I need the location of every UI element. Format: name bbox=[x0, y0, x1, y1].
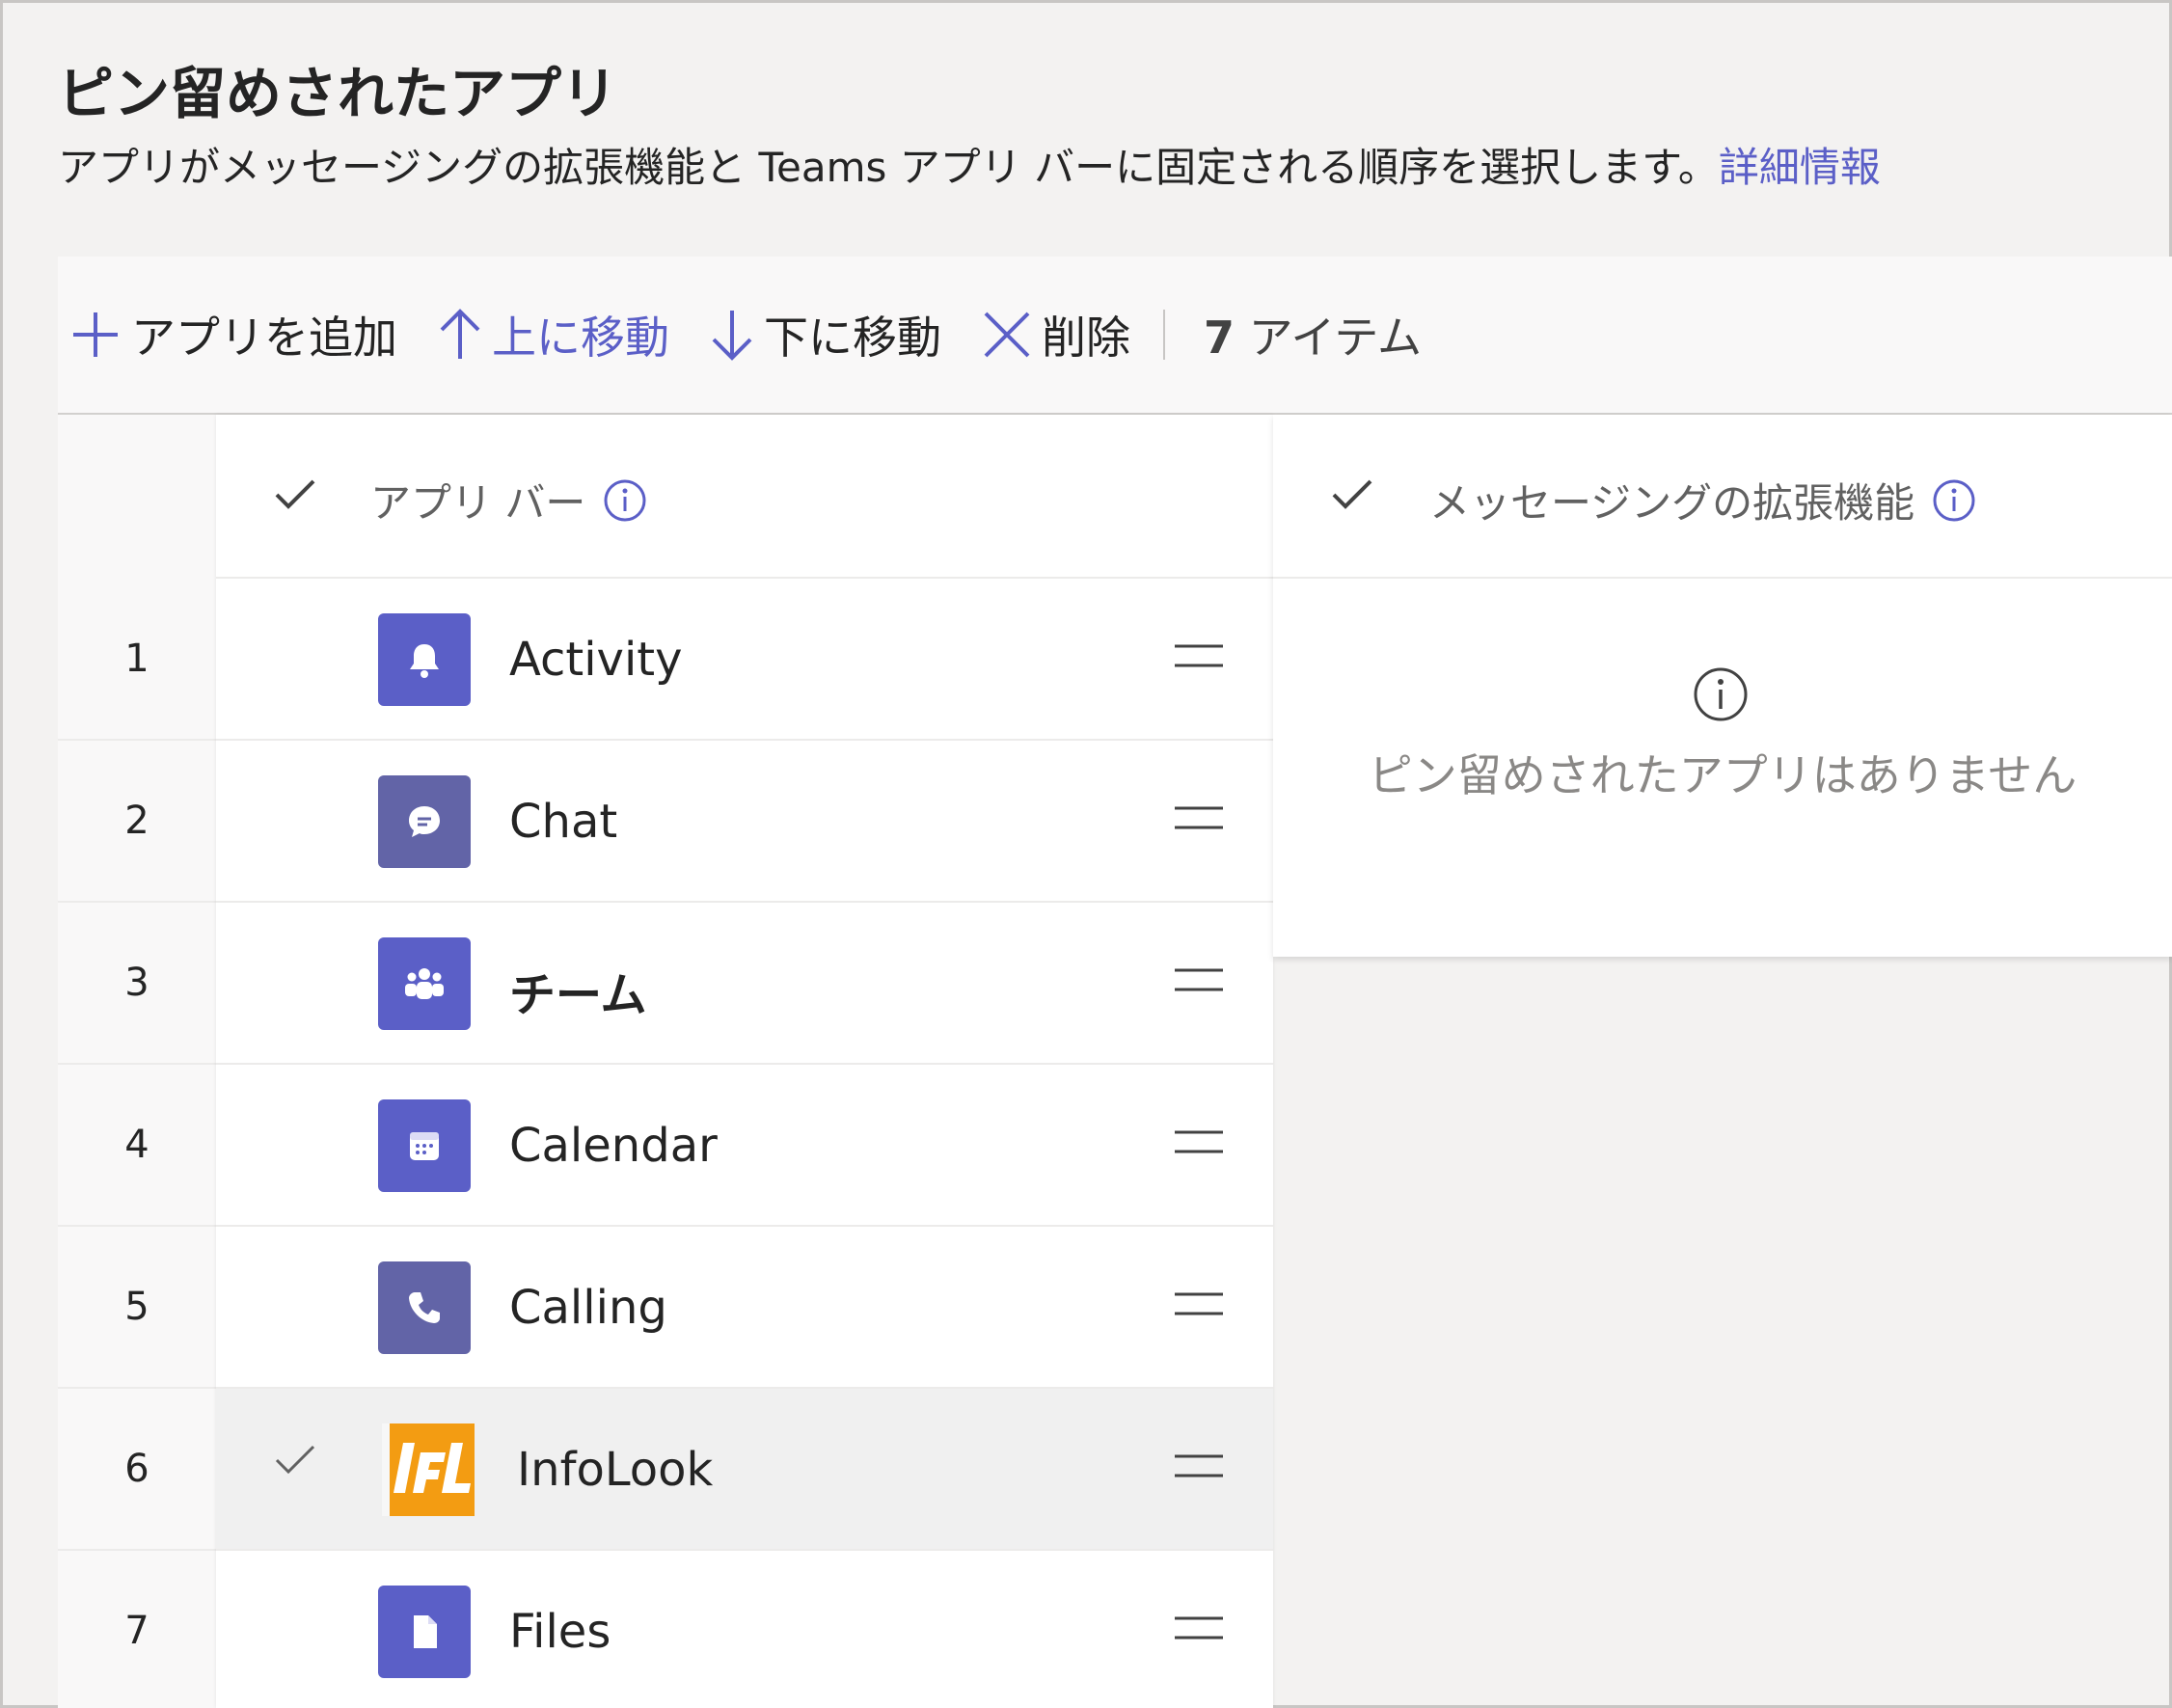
arrow-up-icon bbox=[440, 309, 480, 359]
empty-state-text: ピン留めされたアプリはありません bbox=[1368, 749, 2077, 801]
add-app-button[interactable]: アプリを追加 bbox=[68, 296, 397, 373]
close-icon bbox=[984, 312, 1030, 358]
app-name: InfoLook bbox=[517, 1443, 714, 1497]
app-row-teams[interactable]: チーム bbox=[216, 903, 1273, 1065]
info-icon bbox=[1694, 667, 1748, 721]
row-number: 6 bbox=[58, 1389, 216, 1551]
item-count: 7 アイテム bbox=[1204, 303, 1422, 366]
row-number: 3 bbox=[58, 903, 216, 1065]
app-row-infolook[interactable]: InfoLook bbox=[216, 1389, 1273, 1551]
teams-icon bbox=[378, 937, 471, 1030]
delete-label: 削除 bbox=[1042, 312, 1130, 364]
page-title: ピン留めされたアプリ bbox=[58, 61, 618, 126]
row-number: 2 bbox=[58, 741, 216, 903]
row-number: 4 bbox=[58, 1065, 216, 1227]
learn-more-link[interactable]: 詳細情報 bbox=[1719, 144, 1881, 191]
empty-state: ピン留めされたアプリはありません bbox=[1273, 579, 2172, 957]
toolbar: アプリを追加 上に移動 下に移動 削除 7 アイテム bbox=[58, 257, 2172, 415]
message-extensions-header-text: メッセージングの拡張機能 bbox=[1429, 479, 1915, 527]
info-icon[interactable] bbox=[1932, 478, 1976, 523]
page-description: アプリがメッセージングの拡張機能と Teams アプリ バーに固定される順序を選… bbox=[58, 135, 1881, 194]
row-number: 7 bbox=[58, 1551, 216, 1708]
row-number: 1 bbox=[58, 579, 216, 741]
message-extensions-header: メッセージングの拡張機能 bbox=[1273, 415, 2172, 579]
infolook-logo bbox=[382, 1423, 475, 1516]
app-bar-list: アプリ バー Activity Chat チーム Calendar Callin… bbox=[216, 415, 1273, 1708]
chat-icon bbox=[378, 775, 471, 868]
select-all-checkmark-icon[interactable] bbox=[274, 477, 316, 512]
app-name: Activity bbox=[509, 633, 683, 687]
drag-handle-icon[interactable] bbox=[1171, 1285, 1227, 1323]
app-name: Calendar bbox=[509, 1119, 718, 1173]
move-up-button[interactable]: 上に移動 bbox=[436, 296, 669, 373]
file-icon bbox=[378, 1586, 471, 1678]
app-row-chat[interactable]: Chat bbox=[216, 741, 1273, 903]
app-name: Calling bbox=[509, 1281, 667, 1335]
move-down-button[interactable]: 下に移動 bbox=[708, 296, 941, 373]
add-app-label: アプリを追加 bbox=[131, 312, 397, 364]
move-down-label: 下に移動 bbox=[764, 312, 941, 364]
app-row-calling[interactable]: Calling bbox=[216, 1227, 1273, 1389]
app-row-files[interactable]: Files bbox=[216, 1551, 1273, 1708]
description-text: アプリがメッセージングの拡張機能と Teams アプリ バーに固定される順序を選… bbox=[58, 144, 1719, 191]
drag-handle-icon[interactable] bbox=[1171, 1123, 1227, 1161]
move-up-label: 上に移動 bbox=[492, 312, 669, 364]
phone-icon bbox=[378, 1261, 471, 1354]
row-number: 5 bbox=[58, 1227, 216, 1389]
drag-handle-icon[interactable] bbox=[1171, 1609, 1227, 1647]
arrow-down-icon bbox=[712, 311, 752, 361]
delete-button[interactable]: 削除 bbox=[980, 296, 1130, 373]
drag-handle-icon[interactable] bbox=[1171, 1447, 1227, 1485]
toolbar-divider bbox=[1163, 310, 1165, 360]
info-icon[interactable] bbox=[603, 478, 647, 523]
app-bar-header-label: アプリ バー bbox=[370, 471, 647, 529]
plus-icon bbox=[73, 312, 118, 357]
app-name: Chat bbox=[509, 795, 618, 849]
drag-handle-icon[interactable] bbox=[1171, 961, 1227, 999]
app-bar-header: アプリ バー bbox=[216, 415, 1273, 579]
drag-handle-icon[interactable] bbox=[1171, 799, 1227, 837]
message-extensions-header-label: メッセージングの拡張機能 bbox=[1429, 471, 1976, 529]
checkmark-icon[interactable] bbox=[274, 1443, 316, 1478]
item-count-suffix: アイテム bbox=[1235, 312, 1423, 364]
app-row-activity[interactable]: Activity bbox=[216, 579, 1273, 741]
app-row-calendar[interactable]: Calendar bbox=[216, 1065, 1273, 1227]
app-name: チーム bbox=[509, 968, 647, 1022]
message-extensions-panel: メッセージングの拡張機能 ピン留めされたアプリはありません bbox=[1273, 415, 2172, 957]
row-number-column: 1 2 3 4 5 6 7 bbox=[58, 415, 216, 1708]
drag-handle-icon[interactable] bbox=[1171, 637, 1227, 675]
bell-icon bbox=[378, 613, 471, 706]
select-all-checkmark-icon[interactable] bbox=[1331, 477, 1373, 512]
app-bar-header-text: アプリ バー bbox=[370, 479, 586, 527]
item-count-number: 7 bbox=[1204, 312, 1235, 364]
calendar-icon bbox=[378, 1099, 471, 1192]
app-name: Files bbox=[509, 1605, 611, 1659]
